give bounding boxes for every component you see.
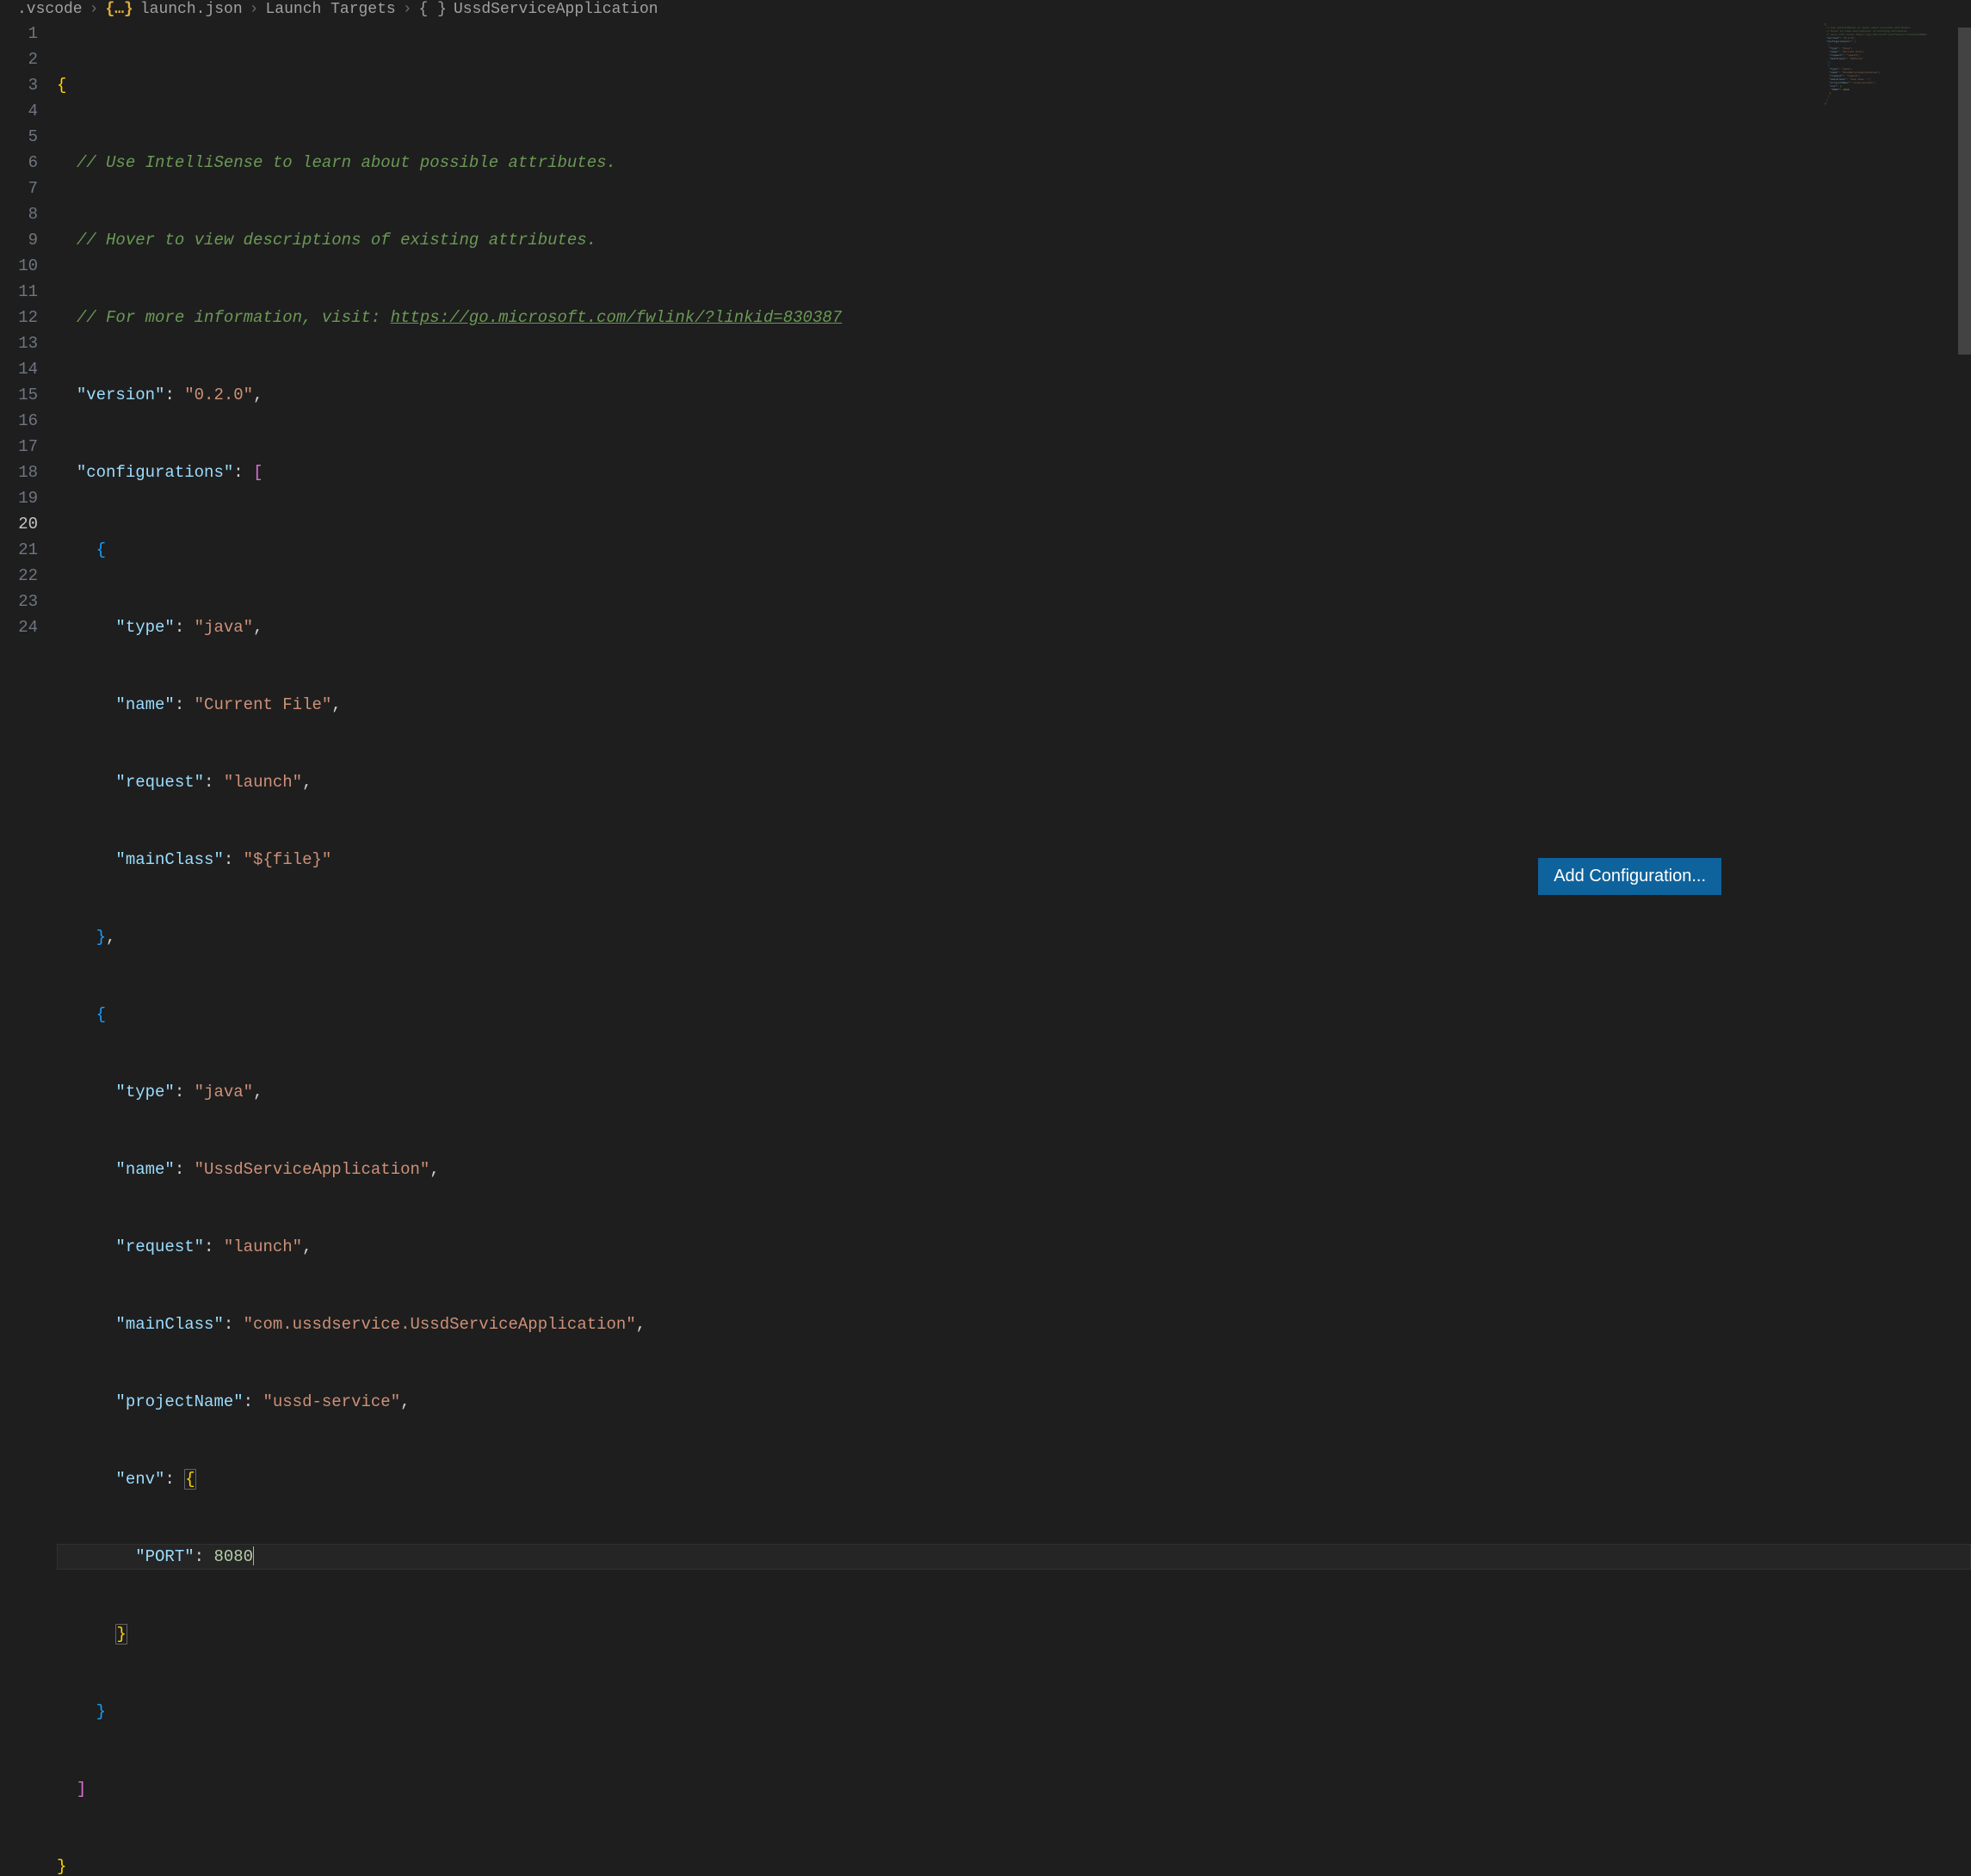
json-string: "launch" (224, 1237, 302, 1256)
brace-open: { (57, 76, 66, 95)
json-string: "ussd-service" (263, 1392, 400, 1411)
json-key: "name" (115, 695, 174, 714)
json-object-icon: { } (419, 1, 447, 18)
json-string: "com.ussdservice.UssdServiceApplication" (244, 1315, 636, 1334)
line-number-gutter: 1 2 3 4 5 6 7 8 9 10 11 12 13 14 15 16 1… (0, 19, 57, 938)
json-key: "version" (77, 386, 165, 404)
json-string: "${file}" (244, 850, 332, 869)
breadcrumb: .vscode › {…} launch.json › Launch Targe… (0, 0, 1971, 19)
comment: // Hover to view descriptions of existin… (77, 231, 596, 250)
comment: // Use IntelliSense to learn about possi… (77, 153, 616, 172)
chevron-right-icon: › (403, 1, 412, 18)
json-key: "request" (115, 1237, 204, 1256)
json-string: "java" (195, 618, 253, 637)
chevron-right-icon: › (90, 1, 99, 18)
minimap[interactable]: { // Use IntelliSense to learn about pos… (1825, 23, 1962, 109)
json-string: "UssdServiceApplication" (195, 1160, 430, 1179)
json-key: "projectName" (115, 1392, 243, 1411)
json-key: "mainClass" (115, 1315, 223, 1334)
add-configuration-button[interactable]: Add Configuration... (1538, 858, 1721, 895)
json-key: "PORT" (135, 1547, 194, 1566)
breadcrumb-file[interactable]: launch.json (140, 1, 243, 18)
breadcrumb-section[interactable]: Launch Targets (265, 1, 395, 18)
comment-url[interactable]: https://go.microsoft.com/fwlink/?linkid=… (391, 308, 843, 327)
json-key: "configurations" (77, 463, 233, 482)
breadcrumb-current[interactable]: UssdServiceApplication (454, 1, 658, 18)
json-key: "env" (115, 1470, 164, 1489)
json-file-icon: {…} (105, 1, 133, 18)
comment: // For more information, visit: (77, 308, 391, 327)
editor[interactable]: 1 2 3 4 5 6 7 8 9 10 11 12 13 14 15 16 1… (0, 19, 1971, 938)
scrollbar-thumb[interactable] (1958, 28, 1971, 355)
json-key: "name" (115, 1160, 174, 1179)
breadcrumb-folder[interactable]: .vscode (17, 1, 83, 18)
json-key: "type" (115, 618, 174, 637)
vertical-scrollbar[interactable] (1958, 19, 1971, 938)
json-key: "request" (115, 773, 204, 792)
json-string: "java" (195, 1083, 253, 1102)
json-string: "launch" (224, 773, 302, 792)
json-key: "mainClass" (115, 850, 223, 869)
json-number: 8080 (213, 1547, 253, 1566)
code-content[interactable]: { // Use IntelliSense to learn about pos… (57, 19, 1971, 938)
json-string: "0.2.0" (184, 386, 253, 404)
json-string: "Current File" (195, 695, 332, 714)
chevron-right-icon: › (250, 1, 259, 18)
text-cursor (253, 1546, 254, 1565)
json-key: "type" (115, 1083, 174, 1102)
